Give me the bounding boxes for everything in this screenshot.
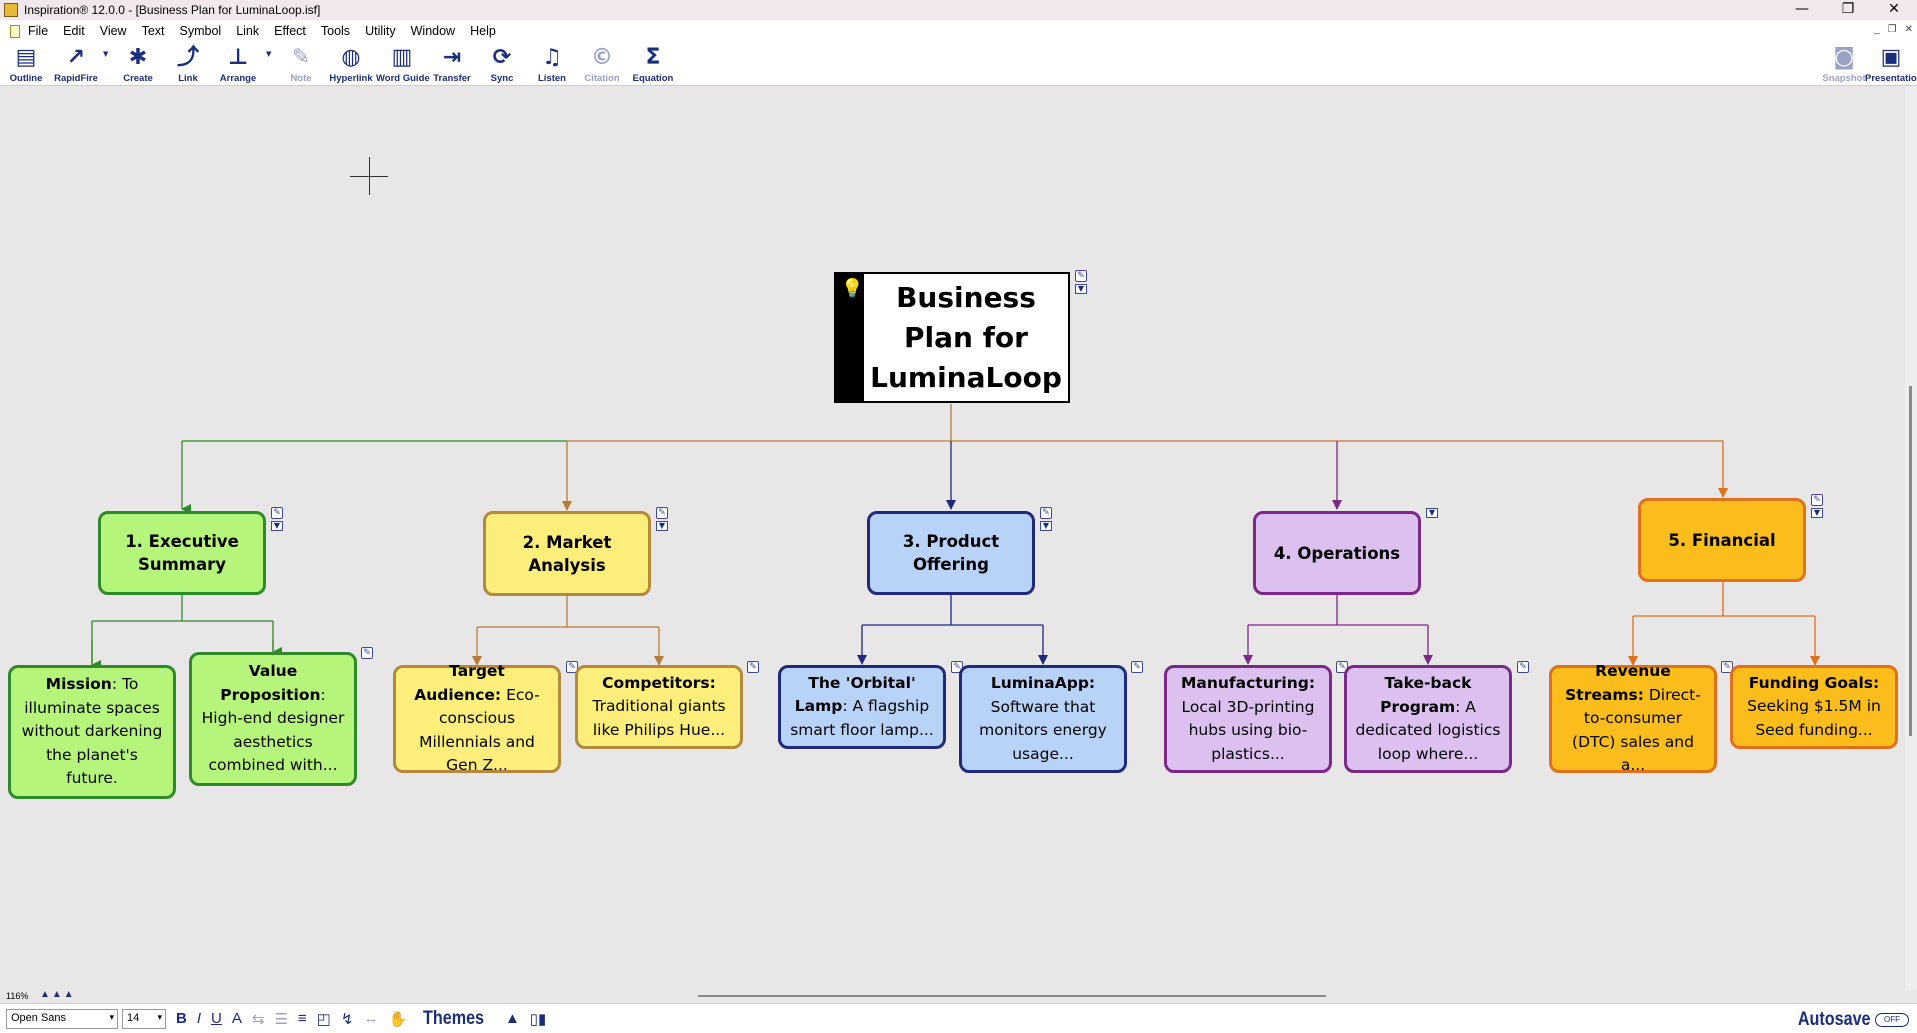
node-take-back-program[interactable]: Take-back Program: A dedicated logistics…	[1344, 665, 1512, 773]
text-color-icon[interactable]: A	[232, 1010, 242, 1027]
root-node-stripe: 💡	[836, 274, 864, 401]
autosave-toggle[interactable]: OFF	[1875, 1013, 1909, 1027]
node-mission-text: Mission: To illuminate spaces without da…	[19, 673, 165, 791]
font-select[interactable]: Open Sans	[6, 1008, 118, 1029]
root-node[interactable]: 💡 Business Plan for LuminaLoop	[834, 272, 1070, 403]
node-manufacturing[interactable]: Manufacturing: Local 3D-printing hubs us…	[1164, 665, 1332, 773]
node-funding-goals-title: Funding Goals:	[1748, 673, 1880, 692]
node-product-offering-label: 3. Product Offering	[902, 532, 1000, 574]
node-product-offering[interactable]: 3. Product Offering	[867, 511, 1035, 595]
lightbulb-icon: 💡	[841, 278, 864, 299]
node-funding-goals-text: Funding Goals: Seeking $1.5M in Seed fun…	[1741, 672, 1887, 743]
node-luminaapp-body: Software that monitors energy usage...	[979, 697, 1107, 763]
expand-icon[interactable]: ▼	[1075, 284, 1087, 294]
note-icon[interactable]: ✎	[1131, 661, 1143, 673]
symbol-icon[interactable]: ◰	[317, 1010, 331, 1028]
themes-button[interactable]: Themes	[423, 1008, 484, 1030]
expand-icon[interactable]: ▼	[1040, 521, 1052, 531]
node-manufacturing-body: Local 3D-printing hubs using bio-plastic…	[1181, 697, 1315, 763]
node-competitors-title: Competitors:	[602, 673, 716, 692]
link-style-icon[interactable]: ⇆	[252, 1010, 265, 1028]
link-color-icon[interactable]: ↯	[341, 1010, 354, 1028]
view-toggle-icon[interactable]: ▯▮	[530, 1010, 547, 1028]
node-take-back-program-text: Take-back Program: A dedicated logistics…	[1355, 672, 1501, 766]
node-take-back-program-sep: :	[1455, 697, 1466, 716]
hand-icon[interactable]: ✋	[388, 1010, 407, 1028]
resize-icon[interactable]: ↔	[363, 1010, 378, 1027]
node-operations-label: 4. Operations	[1273, 543, 1401, 563]
font-size-select[interactable]: 14	[122, 1008, 166, 1029]
node-competitors-text: Competitors: Traditional giants like Phi…	[586, 672, 732, 743]
node-target-audience-text: Target Audience: Eco-conscious Millennia…	[404, 660, 550, 778]
node-operations[interactable]: 4. Operations	[1253, 511, 1421, 595]
node-target-audience-title: Target Audience:	[414, 662, 505, 704]
note-icon[interactable]: ✎	[271, 507, 283, 519]
line-weight-icon[interactable]: ≡	[298, 1010, 307, 1027]
node-mission-sep: :	[111, 675, 122, 694]
node-mission[interactable]: Mission: To illuminate spaces without da…	[8, 665, 176, 799]
zoom-controls-icon[interactable]: ▲▲▲	[40, 989, 76, 1000]
node-executive-summary[interactable]: 1. Executive Summary	[98, 511, 266, 595]
line-style-icon[interactable]: ☰	[274, 1010, 287, 1028]
note-icon[interactable]: ✎	[361, 647, 373, 659]
node-mission-title: Mission	[45, 675, 112, 694]
node-value-proposition-title: Value Proposition	[220, 662, 321, 704]
node-executive-summary-label: 1. Executive Summary	[125, 532, 239, 574]
node-orbital-lamp-sep: :	[842, 697, 853, 716]
node-value-proposition-text: Value Proposition: High-end designer aes…	[200, 660, 346, 778]
note-icon[interactable]: ✎	[1811, 494, 1823, 506]
expand-icon[interactable]: ▼	[656, 521, 668, 531]
node-luminaapp-text: LuminaApp: Software that monitors energy…	[970, 672, 1116, 766]
italic-icon[interactable]: I	[197, 1010, 201, 1027]
node-value-proposition-body: High-end designer aesthetics combined wi…	[201, 709, 345, 775]
note-icon[interactable]: ✎	[747, 661, 759, 673]
themes-arrow-icon[interactable]: ▲	[505, 1010, 520, 1027]
expand-icon[interactable]: ▼	[1426, 508, 1438, 518]
horizontal-scroll-thumb[interactable]	[698, 995, 1326, 997]
zoom-level: 116%	[6, 991, 29, 1001]
node-financial-label: 5. Financial	[1668, 530, 1776, 550]
note-icon[interactable]: ✎	[656, 507, 668, 519]
note-icon[interactable]: ✎	[1517, 661, 1529, 673]
note-icon[interactable]: ✎	[1040, 507, 1052, 519]
node-financial[interactable]: 5. Financial	[1638, 498, 1806, 582]
node-market-analysis[interactable]: 2. Market Analysis	[483, 511, 651, 596]
root-node-label: Business Plan for LuminaLoop	[870, 280, 1062, 394]
node-luminaapp[interactable]: LuminaApp: Software that monitors energy…	[959, 665, 1127, 773]
note-icon[interactable]: ✎	[1075, 270, 1087, 282]
zoom-bar: 116% ▲▲▲	[0, 989, 1917, 1003]
node-target-audience[interactable]: Target Audience: Eco-conscious Millennia…	[393, 662, 561, 774]
node-luminaapp-title: LuminaApp:	[990, 674, 1096, 692]
node-manufacturing-text: Manufacturing: Local 3D-printing hubs us…	[1175, 672, 1321, 766]
node-revenue-streams-text: Revenue Streams: Direct-to-consumer (DTC…	[1560, 660, 1706, 778]
node-orbital-lamp[interactable]: The 'Orbital' Lamp: A flagship smart flo…	[778, 665, 946, 749]
node-funding-goals[interactable]: Funding Goals: Seeking $1.5M in Seed fun…	[1730, 665, 1898, 749]
node-value-proposition[interactable]: Value Proposition: High-end designer aes…	[189, 652, 357, 786]
expand-icon[interactable]: ▼	[1811, 508, 1823, 518]
node-competitors-body: Traditional giants like Philips Hue...	[592, 697, 726, 739]
node-market-analysis-label: 2. Market Analysis	[522, 532, 612, 575]
node-competitors[interactable]: Competitors: Traditional giants like Phi…	[575, 665, 743, 749]
node-funding-goals-body: Seeking $1.5M in Seed funding...	[1747, 697, 1881, 739]
node-orbital-lamp-text: The 'Orbital' Lamp: A flagship smart flo…	[789, 672, 935, 743]
underline-icon[interactable]: U	[211, 1010, 222, 1027]
format-bar: Open Sans 14 B I U A ⇆ ☰ ≡ ◰ ↯ ↔ ✋ Theme…	[0, 1003, 1917, 1033]
node-revenue-streams[interactable]: Revenue Streams: Direct-to-consumer (DTC…	[1549, 662, 1717, 774]
bold-icon[interactable]: B	[176, 1010, 187, 1027]
expand-icon[interactable]: ▼	[271, 521, 283, 531]
autosave-label: Autosave	[1798, 1009, 1871, 1030]
node-manufacturing-title: Manufacturing:	[1180, 674, 1316, 692]
node-value-proposition-sep: :	[320, 685, 326, 704]
